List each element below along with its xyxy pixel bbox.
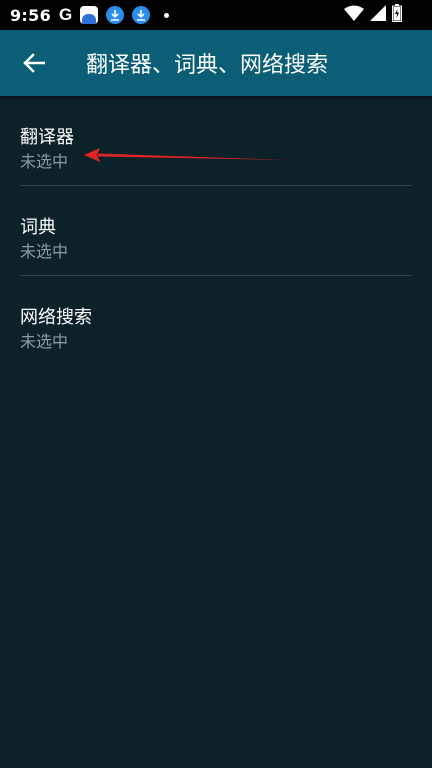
wifi-icon — [344, 5, 364, 25]
page-title: 翻译器、词典、网络搜索 — [86, 53, 329, 78]
list-item-web-search[interactable]: 网络搜索 未选中 — [0, 276, 432, 366]
list-item-translator[interactable]: 翻译器 未选中 — [0, 96, 432, 186]
list-item-summary: 未选中 — [20, 332, 69, 351]
list-item-summary: 未选中 — [20, 152, 69, 171]
arrow-left-icon — [23, 53, 45, 73]
list-item-summary: 未选中 — [20, 242, 69, 261]
app-bar: 翻译器、词典、网络搜索 — [0, 30, 432, 96]
list-item-dictionary[interactable]: 词典 未选中 — [0, 186, 432, 276]
list-item-title: 词典 — [20, 217, 56, 238]
list-item-title: 网络搜索 — [20, 307, 92, 328]
list-item-title: 翻译器 — [20, 127, 74, 148]
download-icon — [132, 6, 151, 24]
app-notification-icon — [80, 6, 99, 24]
status-time: 9:56 — [10, 5, 51, 25]
download-icon — [106, 6, 125, 24]
back-button[interactable] — [0, 30, 68, 96]
cell-signal-icon — [370, 5, 386, 25]
more-dot-icon — [164, 12, 170, 18]
status-left-group: 9:56 G — [10, 5, 170, 25]
status-bar: 9:56 G — [0, 0, 432, 30]
status-right-group — [344, 0, 402, 30]
preference-list: 翻译器 未选中 词典 未选中 网络搜索 未选中 — [0, 96, 432, 366]
battery-icon — [392, 4, 402, 26]
google-g-icon: G — [59, 5, 73, 24]
